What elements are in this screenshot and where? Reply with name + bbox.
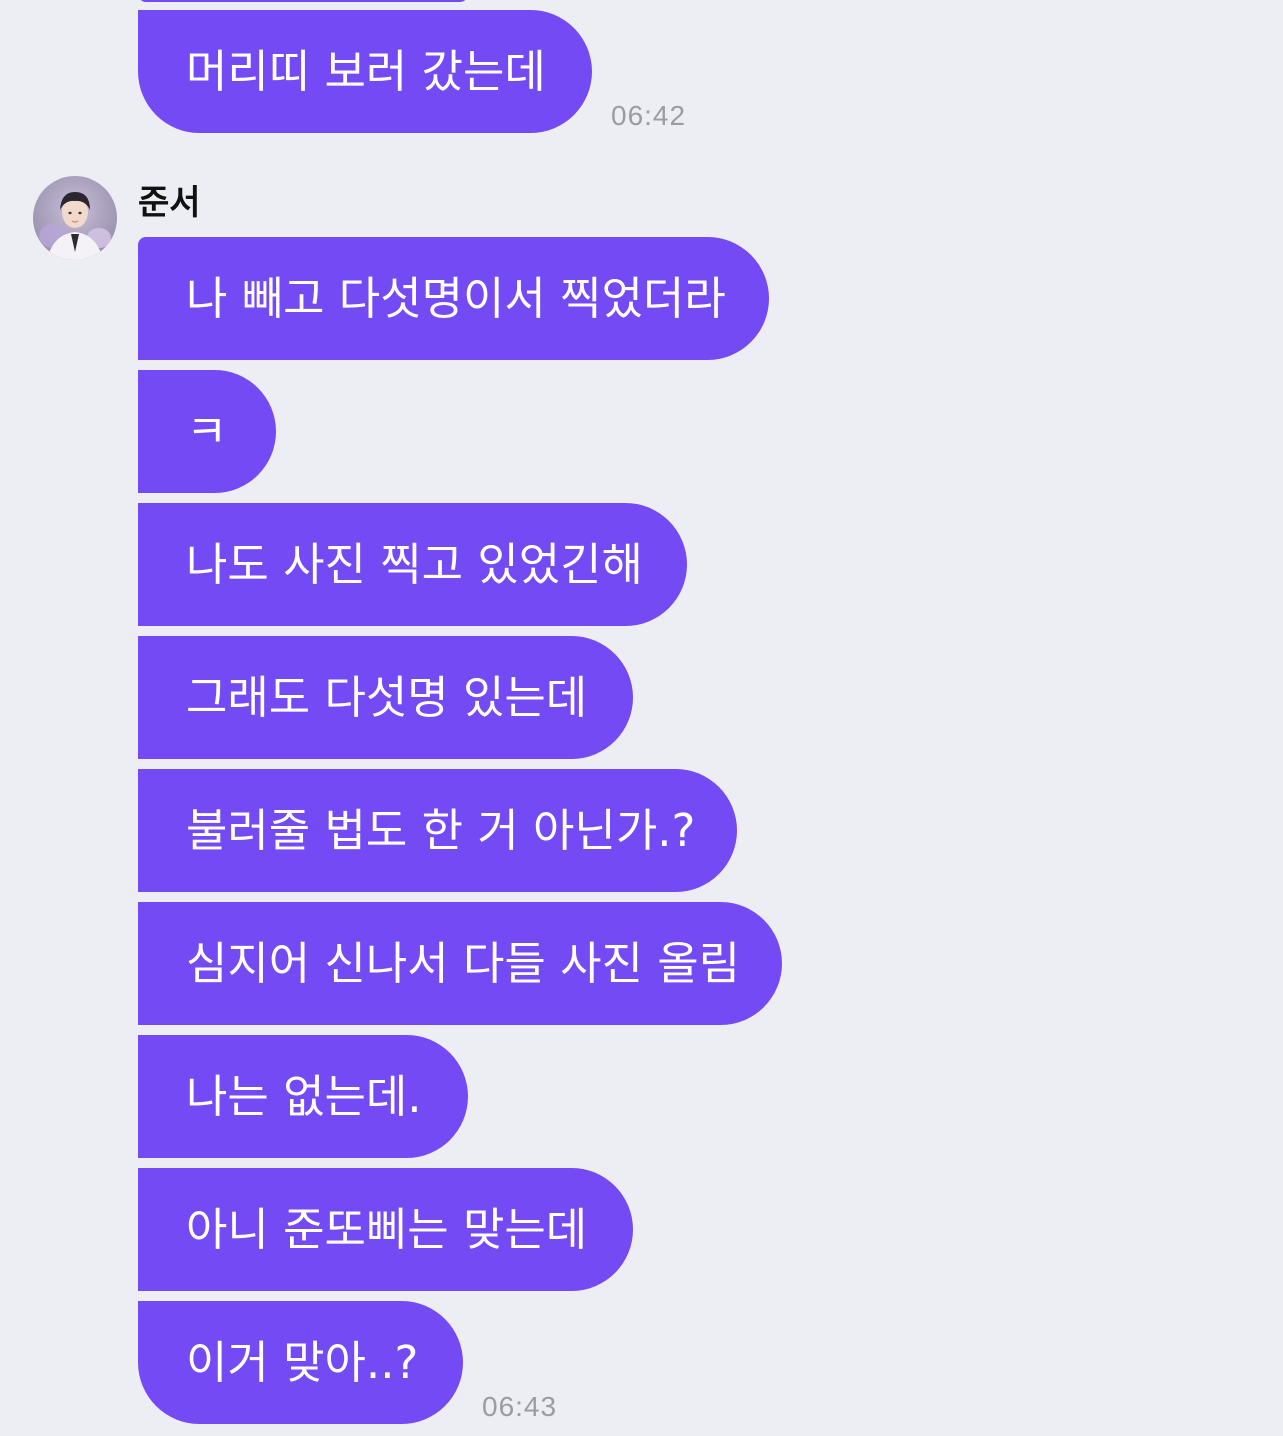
previous-message-bubble-edge xyxy=(138,0,468,2)
avatar-photo-icon xyxy=(33,176,117,260)
message-bubble[interactable]: 나는 없는데. xyxy=(138,1035,468,1158)
message-timestamp: 06:42 xyxy=(611,100,687,131)
message-text: 이거 맞아..? xyxy=(186,1336,419,1389)
message-text: 심지어 신나서 다들 사진 올림 xyxy=(186,937,741,990)
message-bubble[interactable]: 머리띠 보러 갔는데 xyxy=(138,10,592,133)
message-bubble[interactable]: 이거 맞아..? xyxy=(138,1301,463,1424)
message-text: 나 빼고 다섯명이서 찍었더라 xyxy=(186,272,726,325)
message-text: ㅋ xyxy=(186,405,228,458)
message-bubble[interactable]: 나도 사진 찍고 있었긴해 xyxy=(138,503,687,626)
message-bubble[interactable]: 불러줄 법도 한 거 아닌가.? xyxy=(138,769,737,892)
sender-name: 준서 xyxy=(138,183,201,223)
message-bubble[interactable]: 아니 준또삐는 맞는데 xyxy=(138,1168,633,1291)
message-bubble[interactable]: 그래도 다섯명 있는데 xyxy=(138,636,633,759)
message-text: 나도 사진 찍고 있었긴해 xyxy=(186,538,643,591)
message-text: 그래도 다섯명 있는데 xyxy=(186,671,588,724)
message-bubble[interactable]: 심지어 신나서 다들 사진 올림 xyxy=(138,902,782,1025)
message-timestamp: 06:43 xyxy=(482,1391,558,1422)
message-text: 아니 준또삐는 맞는데 xyxy=(186,1203,588,1256)
message-text: 머리띠 보러 갔는데 xyxy=(186,45,546,98)
message-text: 나는 없는데. xyxy=(186,1070,422,1123)
message-bubble[interactable]: ㅋ xyxy=(138,370,276,493)
message-text: 불러줄 법도 한 거 아닌가.? xyxy=(186,804,696,857)
message-bubble[interactable]: 나 빼고 다섯명이서 찍었더라 xyxy=(138,237,769,360)
sender-avatar[interactable] xyxy=(33,176,117,260)
